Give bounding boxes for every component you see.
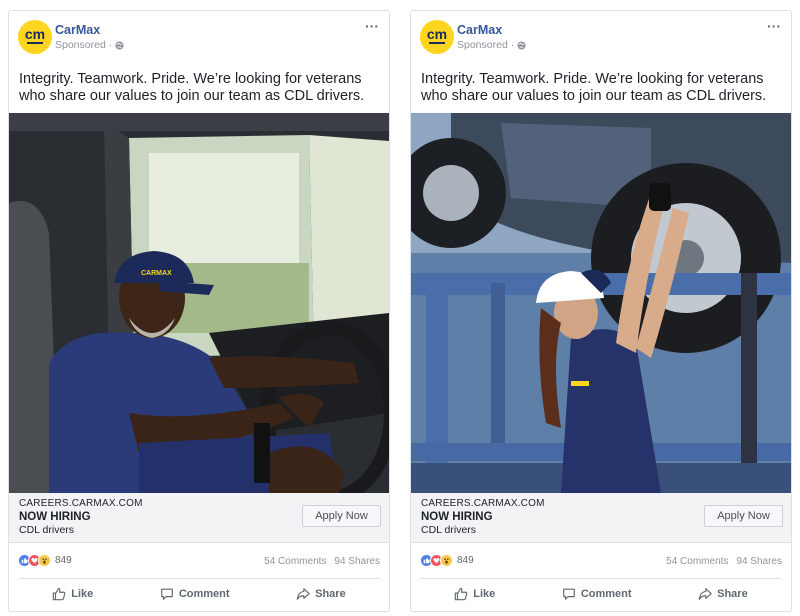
link-description: CDL drivers: [19, 524, 75, 536]
post-text: Integrity. Teamwork. Pride. We’re lookin…: [421, 71, 767, 104]
svg-text:cm: cm: [427, 26, 447, 42]
sponsored-post: cm CarMax Sponsored · ··· Integrity. Tea…: [410, 10, 792, 612]
sponsored-label[interactable]: Sponsored: [55, 39, 106, 51]
globe-icon: [517, 40, 526, 50]
apply-now-button[interactable]: Apply Now: [704, 505, 783, 527]
shares-count-link[interactable]: 94 Shares: [334, 556, 380, 567]
comments-count-link[interactable]: 54 Comments: [264, 556, 326, 567]
comment-share-counts: 54 Comments 94 Shares: [666, 556, 782, 567]
page-name-link[interactable]: CarMax: [457, 23, 502, 37]
ad-feed: cm CarMax Sponsored · ··· Integrity. Tea…: [0, 0, 800, 616]
link-domain: CAREERS.CARMAX.COM: [421, 498, 545, 509]
reaction-count: 849: [457, 555, 474, 566]
wow-reaction-icon: [38, 554, 51, 567]
comment-icon: [161, 588, 173, 600]
link-domain: CAREERS.CARMAX.COM: [19, 498, 143, 509]
link-description: CDL drivers: [421, 524, 477, 536]
svg-text:CARMAX: CARMAX: [141, 270, 172, 277]
more-options-icon[interactable]: ···: [365, 19, 379, 33]
like-button[interactable]: Like: [44, 583, 101, 605]
sponsored-row: Sponsored ·: [457, 39, 526, 51]
wow-reaction-icon: [440, 554, 453, 567]
post-actions: Like Comment Share: [421, 578, 781, 608]
engagement-stats: 849 54 Comments 94 Shares: [9, 551, 389, 573]
avatar[interactable]: cm: [18, 20, 52, 54]
post-header: cm CarMax Sponsored · ···: [9, 11, 389, 59]
car-hauler-photo[interactable]: [411, 113, 791, 493]
like-label: Like: [71, 587, 94, 600]
sponsored-post: cm CarMax Sponsored · ··· Integrity. Tea…: [8, 10, 390, 612]
reactions-summary[interactable]: 849: [18, 554, 72, 567]
comment-button[interactable]: Comment: [554, 583, 640, 605]
comment-icon: [563, 588, 575, 600]
carmax-logo-icon: cm: [18, 20, 52, 54]
thumbs-up-icon: [455, 587, 468, 600]
share-icon: [698, 587, 712, 600]
like-label: Like: [473, 587, 496, 600]
comments-count-link[interactable]: 54 Comments: [666, 556, 728, 567]
more-options-icon[interactable]: ···: [767, 19, 781, 33]
post-actions: Like Comment Share: [19, 578, 379, 608]
page-name-link[interactable]: CarMax: [55, 23, 100, 37]
share-icon: [296, 587, 310, 600]
separator-dot: ·: [510, 39, 515, 51]
sponsored-label[interactable]: Sponsored: [457, 39, 508, 51]
comment-button[interactable]: Comment: [152, 583, 238, 605]
post-header: cm CarMax Sponsored · ···: [411, 11, 791, 59]
share-button[interactable]: Share: [288, 583, 354, 605]
avatar[interactable]: cm: [420, 20, 454, 54]
carmax-logo-icon: cm: [420, 20, 454, 54]
globe-icon: [115, 40, 124, 50]
truck-driver-photo[interactable]: CARMAX: [9, 113, 389, 493]
share-label: Share: [717, 587, 748, 600]
link-preview[interactable]: CAREERS.CARMAX.COM NOW HIRING CDL driver…: [411, 493, 791, 543]
reactions-summary[interactable]: 849: [420, 554, 474, 567]
thumbs-up-icon: [53, 587, 66, 600]
engagement-stats: 849 54 Comments 94 Shares: [411, 551, 791, 573]
comment-label: Comment: [178, 587, 230, 600]
link-title: NOW HIRING: [421, 511, 493, 523]
apply-now-button[interactable]: Apply Now: [302, 505, 381, 527]
comment-label: Comment: [580, 587, 632, 600]
separator-dot: ·: [108, 39, 113, 51]
reaction-count: 849: [55, 555, 72, 566]
post-text: Integrity. Teamwork. Pride. We’re lookin…: [19, 71, 365, 104]
shares-count-link[interactable]: 94 Shares: [736, 556, 782, 567]
sponsored-row: Sponsored ·: [55, 39, 124, 51]
link-preview[interactable]: CAREERS.CARMAX.COM NOW HIRING CDL driver…: [9, 493, 389, 543]
svg-text:cm: cm: [25, 26, 45, 42]
share-button[interactable]: Share: [690, 583, 756, 605]
comment-share-counts: 54 Comments 94 Shares: [264, 556, 380, 567]
link-title: NOW HIRING: [19, 511, 91, 523]
like-button[interactable]: Like: [446, 583, 503, 605]
share-label: Share: [315, 587, 346, 600]
